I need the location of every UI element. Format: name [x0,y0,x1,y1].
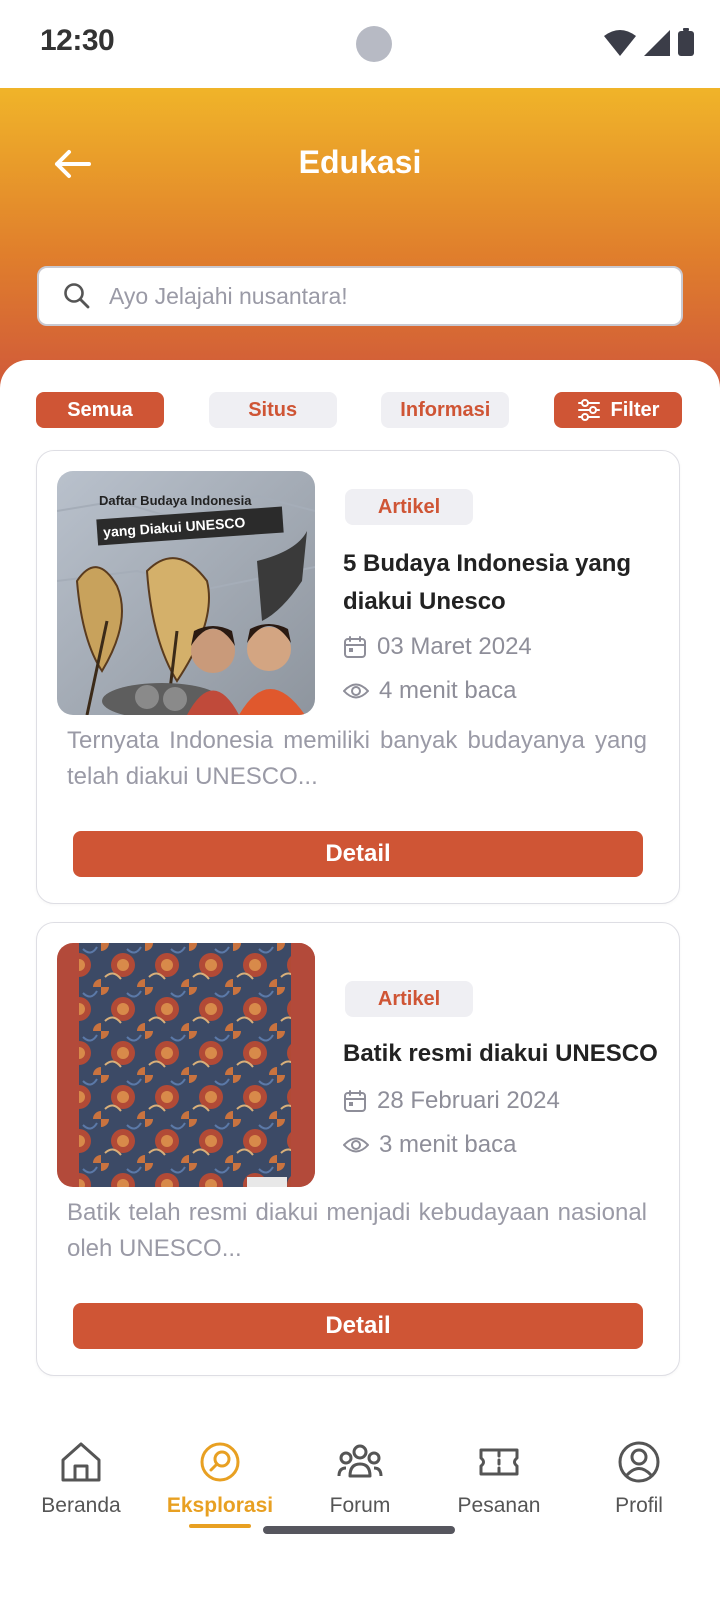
article-card: Daftar Budaya Indonesia yang Diakui UNES… [36,450,680,904]
explore-search-icon [200,1442,240,1482]
article-description: Batik telah resmi diakui menjadi kebuday… [67,1199,647,1262]
image-caption-line1: Daftar Budaya Indonesia [99,493,252,508]
nav-label: Forum [329,1494,391,1517]
detail-button[interactable]: Detail [73,1303,643,1349]
culture-collage-image: Daftar Budaya Indonesia yang Diakui UNES… [57,471,315,715]
nav-label: Profil [615,1494,663,1517]
eye-icon [343,683,369,699]
page-title: Edukasi [298,144,422,180]
detail-button[interactable]: Detail [73,831,643,877]
sliders-icon [577,399,600,421]
filter-chips: Semua Situs Informasi Filter [36,392,682,428]
status-time: 12:30 [40,24,115,57]
signal-icon [644,30,670,56]
header: Edukasi [0,88,720,388]
content-panel: Semua Situs Informasi Filter Daftar Buda… [0,360,720,1440]
nav-beranda[interactable]: Beranda [11,1440,151,1518]
nav-eksplorasi[interactable]: Eksplorasi [150,1440,290,1528]
chip-informasi[interactable]: Informasi [381,392,510,428]
users-group-icon [337,1444,383,1478]
camera-cutout [356,26,392,62]
article-description: Ternyata Indonesia memiliki banyak buday… [67,727,647,790]
article-read-time: 4 menit baca [343,677,516,705]
article-date-text: 03 Maret 2024 [377,633,532,660]
calendar-icon [344,636,366,658]
filter-button[interactable]: Filter [553,392,682,428]
article-date-text: 28 Februari 2024 [377,1087,560,1114]
nav-label: Eksplorasi [166,1494,274,1517]
wifi-icon [604,30,636,56]
home-indicator[interactable] [263,1526,455,1534]
article-title[interactable]: Batik resmi diakui UNESCO [343,1035,663,1073]
home-icon [61,1442,101,1482]
nav-label: Beranda [41,1494,121,1517]
article-tag: Artikel [345,981,473,1017]
batik-pattern-image [57,943,315,1187]
bottom-navigation: Beranda Eksplorasi Forum Pesanan Profil [0,1400,720,1600]
search-input[interactable] [109,282,629,310]
eye-icon [343,1137,369,1153]
article-date: 03 Maret 2024 [343,633,532,661]
profile-icon [618,1441,660,1483]
battery-icon [678,28,694,56]
article-date: 28 Februari 2024 [343,1087,560,1115]
ticket-icon [479,1448,519,1476]
filter-label: Filter [610,398,660,421]
status-icons [604,28,694,56]
chip-semua[interactable]: Semua [36,392,164,428]
chip-situs[interactable]: Situs [208,392,337,428]
nav-label: Pesanan [457,1494,541,1517]
status-bar: 12:30 [0,0,720,88]
article-card: Artikel Batik resmi diakui UNESCO 28 Feb… [36,922,680,1376]
article-image-batik [57,943,315,1187]
active-indicator [189,1524,251,1528]
article-tag: Artikel [345,489,473,525]
article-read-time-text: 3 menit baca [379,1131,517,1158]
nav-pesanan[interactable]: Pesanan [429,1440,569,1518]
search-box[interactable] [37,266,683,326]
calendar-icon [344,1090,366,1112]
article-image-culture: Daftar Budaya Indonesia yang Diakui UNES… [57,471,315,715]
article-title[interactable]: 5 Budaya Indonesia yang diakui Unesco [343,545,663,621]
article-read-time: 3 menit baca [343,1131,516,1159]
nav-forum[interactable]: Forum [290,1440,430,1518]
search-icon [64,283,90,309]
nav-profil[interactable]: Profil [569,1440,709,1518]
article-read-time-text: 4 menit baca [379,677,517,704]
